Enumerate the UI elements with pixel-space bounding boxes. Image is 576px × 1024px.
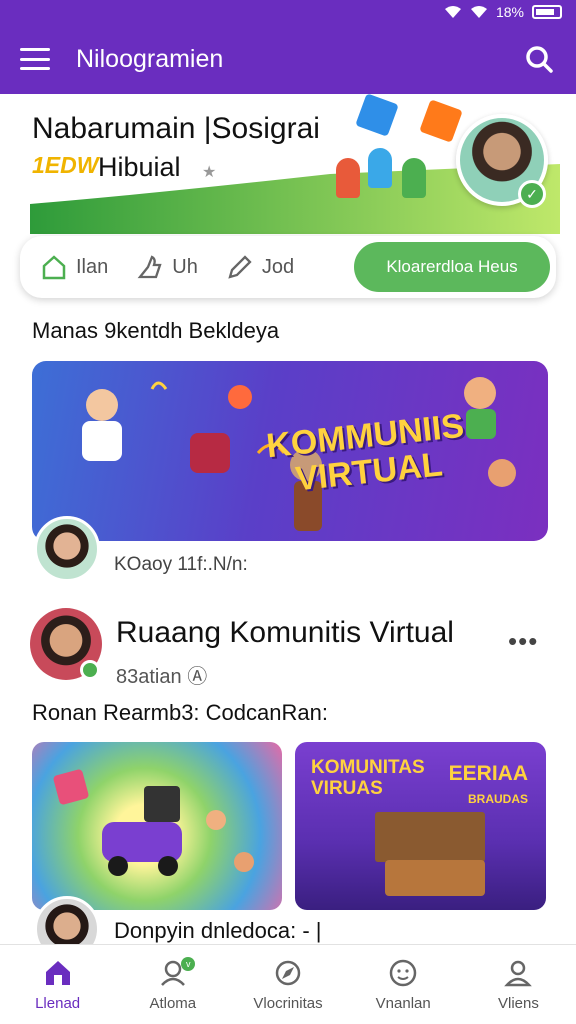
more-options-button[interactable]: ••• <box>508 626 538 657</box>
status-bar: 18% <box>0 0 576 24</box>
card-title-line2: VIRUAS <box>311 777 383 799</box>
post-meta: 83atian Ⓐ <box>116 660 207 689</box>
card-title-line1: KOMUNITAS <box>311 757 425 778</box>
tab-ilan[interactable]: Ilan <box>40 253 108 281</box>
star-icon: ★ <box>202 164 217 181</box>
desk-illustration <box>385 860 485 896</box>
tab-label: Ilan <box>76 255 109 278</box>
hero-section: Nabarumain |Sosigrai 1EDW Hibuial ★ ✓ <box>0 94 576 234</box>
tab-label: Uh <box>172 255 198 278</box>
child-figure <box>336 158 360 198</box>
bottom-navigation: Llenad v Atloma Vlocrinitas Vnanlan Vlie… <box>0 944 576 1024</box>
tab-jod[interactable]: Jod <box>226 253 294 281</box>
nav-item-vliens[interactable]: Vliens <box>461 945 576 1024</box>
nav-item-vlocrinitas[interactable]: Vlocrinitas <box>230 945 345 1024</box>
explore-icon <box>275 960 301 986</box>
tab-label: Jod <box>261 255 295 278</box>
notification-badge: v <box>181 957 196 971</box>
thumb-icon <box>137 255 162 279</box>
card-subtitle-line2: BRAUDAS <box>468 792 528 807</box>
bookshelf-illustration <box>375 812 485 862</box>
cube-decoration <box>355 94 399 137</box>
signal-icon <box>470 6 487 18</box>
banner-avatar[interactable] <box>34 516 100 582</box>
tab-active-button[interactable]: Kloarerdloa Heus <box>354 242 550 292</box>
nav-label: Vnanlan <box>375 995 431 1012</box>
post-meta-text: 83atian <box>116 666 182 688</box>
hero-subtitle: Hibuial <box>98 152 181 182</box>
hero-badge: 1EDW <box>32 152 99 178</box>
smile-icon <box>389 959 417 987</box>
nav-item-home[interactable]: Llenad <box>0 945 115 1024</box>
post-subtitle: Ronan Rearmb3: CodcanRan: <box>32 700 328 725</box>
child-figure <box>402 158 426 198</box>
banner-caption: KOaoy 11f:.N/n: <box>114 554 248 575</box>
app-title: Niloogramien <box>76 44 224 73</box>
comment-caption: Donpyin dnledoca: - | <box>114 918 322 943</box>
card-subtitle: EERIAA BRAUDAS <box>449 762 528 808</box>
home-icon <box>42 255 66 280</box>
nav-label: Vlocrinitas <box>253 995 323 1012</box>
battery-icon <box>532 5 562 19</box>
card-subtitle-line1: EERIAA <box>448 762 528 785</box>
post-image-card[interactable]: KOMUNITAS VIRUAS EERIAA BRAUDAS <box>295 742 546 910</box>
pencil-icon <box>228 255 252 279</box>
app-bar: Niloogramien <box>0 24 576 94</box>
verified-icon: ✓ <box>518 180 546 208</box>
nav-label: Vliens <box>497 995 539 1012</box>
wifi-icon <box>444 6 461 18</box>
post-title[interactable]: Ruaang Komunitis Virtual <box>116 616 454 650</box>
hero-title: Nabarumain |Sosigrai <box>32 112 320 145</box>
card-title: KOMUNITAS VIRUAS <box>311 757 425 800</box>
nav-item-vnanlan[interactable]: Vnanlan <box>346 945 461 1024</box>
menu-icon[interactable] <box>20 48 50 70</box>
online-indicator <box>80 660 100 680</box>
at-icon: Ⓐ <box>187 666 208 688</box>
child-figure <box>368 148 392 188</box>
toy-car-illustration <box>53 769 254 876</box>
post-image-card[interactable] <box>32 742 282 910</box>
tab-bar: Ilan Uh Jod Kloarerdloa Heus <box>20 236 556 298</box>
cube-decoration <box>419 99 463 143</box>
nav-label: Llenad <box>35 995 81 1012</box>
search-icon <box>526 46 553 73</box>
nav-label: Atloma <box>149 995 197 1012</box>
tab-uh[interactable]: Uh <box>136 253 198 281</box>
profile-icon <box>504 960 533 987</box>
nav-item-atloma[interactable]: v Atloma <box>115 945 230 1024</box>
battery-text: 18% <box>495 4 524 20</box>
featured-banner[interactable]: KOMMUNIIS VIRTUAL <box>32 361 548 541</box>
search-button[interactable] <box>522 42 556 76</box>
home-icon <box>45 961 70 985</box>
section-title: Manas 9kentdh Bekldeya <box>32 318 280 343</box>
